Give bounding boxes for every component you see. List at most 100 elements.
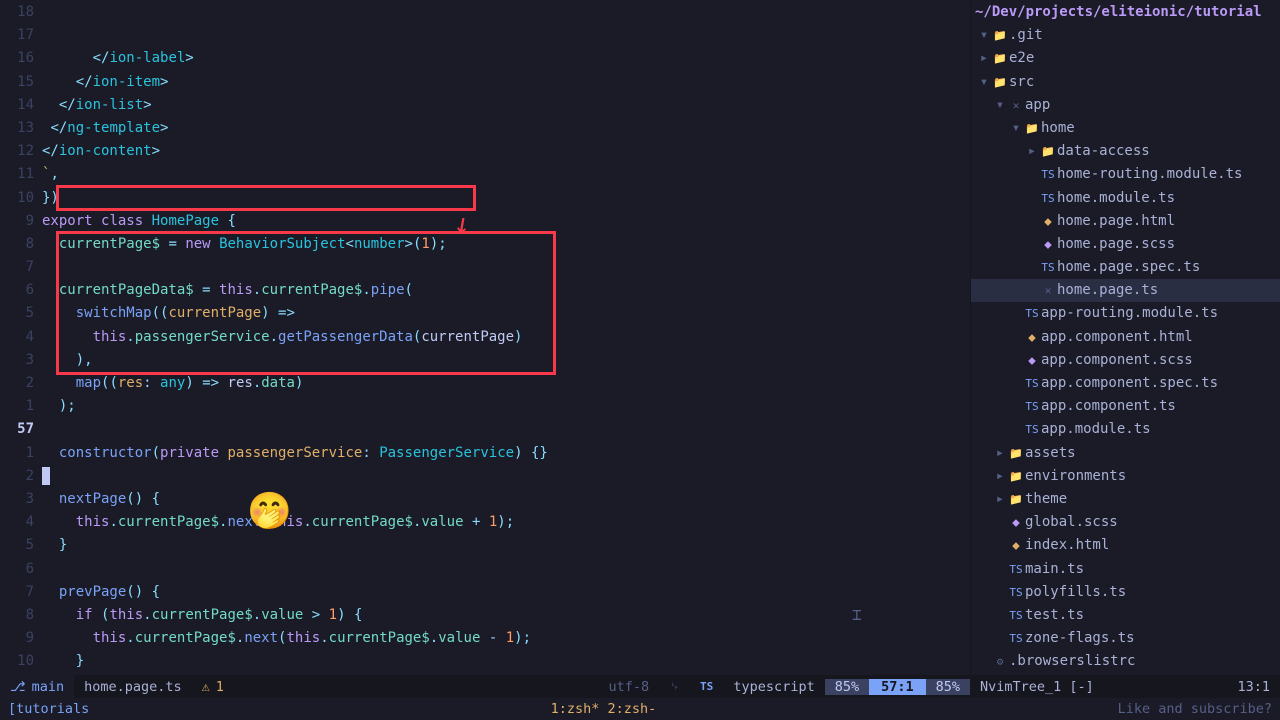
file-type-icon: ⬥ <box>1039 210 1057 233</box>
chevron-icon[interactable]: ▸ <box>993 465 1007 488</box>
code-line[interactable]: </ion-content> <box>42 140 970 163</box>
chevron-icon[interactable]: ▾ <box>993 94 1007 117</box>
code-line[interactable]: export class HomePage { <box>42 210 970 233</box>
tree-item-test-ts[interactable]: TStest.ts <box>971 604 1280 627</box>
tree-item-app-component-ts[interactable]: TSapp.component.ts <box>971 395 1280 418</box>
code-line[interactable]: nextPage() { <box>42 488 970 511</box>
code-line[interactable]: ), <box>42 349 970 372</box>
line-number: 5 <box>0 302 34 325</box>
tree-item-app-component-html[interactable]: ⬥app.component.html <box>971 326 1280 349</box>
code-line[interactable]: map((res: any) => res.data) <box>42 372 970 395</box>
tree-root-path: ~/Dev/projects/eliteionic/tutorial <box>971 1 1280 24</box>
file-type-icon: 📁 <box>991 47 1009 70</box>
code-line[interactable]: } <box>42 534 970 557</box>
tree-item-home[interactable]: ▾📁home <box>971 117 1280 140</box>
code-line[interactable]: `, <box>42 163 970 186</box>
tree-item-environments[interactable]: ▸📁environments <box>971 465 1280 488</box>
tree-label: app-routing.module.ts <box>1041 302 1218 325</box>
chevron-icon[interactable]: ▸ <box>993 488 1007 511</box>
file-tree-pane[interactable]: ~/Dev/projects/eliteionic/tutorial ▾📁.gi… <box>970 0 1280 675</box>
code-line[interactable]: } <box>42 673 970 675</box>
tree-item-theme[interactable]: ▸📁theme <box>971 488 1280 511</box>
code-line[interactable]: currentPage$ = new BehaviorSubject<numbe… <box>42 233 970 256</box>
line-number: 17 <box>0 24 34 47</box>
chevron-icon[interactable]: ▸ <box>977 47 991 70</box>
tree-label: global.scss <box>1025 511 1118 534</box>
chevron-icon[interactable]: ▾ <box>977 71 991 94</box>
editor-pane[interactable]: 1817161514131211109876543215712345678910… <box>0 0 970 675</box>
chevron-icon[interactable]: ▾ <box>977 24 991 47</box>
code-line[interactable] <box>42 418 970 441</box>
tree-item-assets[interactable]: ▸📁assets <box>971 442 1280 465</box>
tree-item-app-component-spec-ts[interactable]: TSapp.component.spec.ts <box>971 372 1280 395</box>
code-line[interactable]: } <box>42 650 970 673</box>
tree-item-home-page-ts[interactable]: ✕home.page.ts <box>971 279 1280 302</box>
tree-item-zone-flags-ts[interactable]: TSzone-flags.ts <box>971 627 1280 650</box>
file-type-icon: 📁 <box>1023 117 1041 140</box>
line-number-gutter: 1817161514131211109876543215712345678910 <box>0 0 42 675</box>
code-line[interactable] <box>42 256 970 279</box>
code-line[interactable]: </ion-label> <box>42 47 970 70</box>
chevron-icon[interactable]: ▾ <box>1009 117 1023 140</box>
code-line[interactable] <box>42 465 970 488</box>
tree-label: data-access <box>1057 140 1150 163</box>
chevron-icon[interactable]: ▸ <box>1025 140 1039 163</box>
tree-item-main-ts[interactable]: TSmain.ts <box>971 558 1280 581</box>
tree-label: polyfills.ts <box>1025 581 1126 604</box>
code-line[interactable]: switchMap((currentPage) => <box>42 302 970 325</box>
code-line[interactable]: if (this.currentPage$.value > 1) { <box>42 604 970 627</box>
tree-item--browserslistrc[interactable]: ⚙.browserslistrc <box>971 650 1280 673</box>
tree-item-app-module-ts[interactable]: TSapp.module.ts <box>971 418 1280 441</box>
tree-item-app-component-scss[interactable]: ⬥app.component.scss <box>971 349 1280 372</box>
code-line[interactable]: this.currentPage$.next(this.currentPage$… <box>42 511 970 534</box>
tree-item-global-scss[interactable]: ⬥global.scss <box>971 511 1280 534</box>
tree-label: home-routing.module.ts <box>1057 163 1242 186</box>
code-line[interactable]: </ion-list> <box>42 94 970 117</box>
tree-item-app[interactable]: ▾✕app <box>971 94 1280 117</box>
tree-label: assets <box>1025 442 1076 465</box>
code-line[interactable]: }) <box>42 187 970 210</box>
line-number: 57 <box>0 418 34 441</box>
line-number: 18 <box>0 1 34 24</box>
line-number: 10 <box>0 650 34 673</box>
file-type-icon: TS <box>1023 372 1041 395</box>
tree-item-src[interactable]: ▾📁src <box>971 71 1280 94</box>
code-line[interactable]: this.currentPage$.next(this.currentPage$… <box>42 627 970 650</box>
tree-item-home-module-ts[interactable]: TShome.module.ts <box>971 187 1280 210</box>
line-number: 7 <box>0 581 34 604</box>
tree-item-home-page-spec-ts[interactable]: TShome.page.spec.ts <box>971 256 1280 279</box>
tree-item-home-routing-module-ts[interactable]: TShome-routing.module.ts <box>971 163 1280 186</box>
line-number: 3 <box>0 488 34 511</box>
code-line[interactable]: </ng-template> <box>42 117 970 140</box>
file-type-icon: TS <box>1007 627 1025 650</box>
line-number: 2 <box>0 372 34 395</box>
code-line[interactable]: prevPage() { <box>42 581 970 604</box>
code-line[interactable]: constructor(private passengerService: Pa… <box>42 442 970 465</box>
file-type-icon: 📁 <box>991 24 1009 47</box>
tree-item-polyfills-ts[interactable]: TSpolyfills.ts <box>971 581 1280 604</box>
tree-item--git[interactable]: ▾📁.git <box>971 24 1280 47</box>
tree-item-e2e[interactable]: ▸📁e2e <box>971 47 1280 70</box>
line-number: 1 <box>0 442 34 465</box>
branch-icon: ⎇ <box>10 679 26 695</box>
code-line[interactable] <box>42 558 970 581</box>
file-type-icon: TS <box>1007 558 1025 581</box>
git-branch-segment: ⎇ main <box>0 675 74 698</box>
main-area: 1817161514131211109876543215712345678910… <box>0 0 1280 675</box>
tree-label: app.component.html <box>1041 326 1193 349</box>
code-line[interactable]: currentPageData$ = this.currentPage$.pip… <box>42 279 970 302</box>
line-number: 15 <box>0 71 34 94</box>
tree-item-data-access[interactable]: ▸📁data-access <box>971 140 1280 163</box>
line-number: 5 <box>0 534 34 557</box>
tree-item-home-page-scss[interactable]: ⬥home.page.scss <box>971 233 1280 256</box>
chevron-icon[interactable]: ▸ <box>993 442 1007 465</box>
code-line[interactable]: ); <box>42 395 970 418</box>
line-number: 13 <box>0 117 34 140</box>
tree-item-app-routing-module-ts[interactable]: TSapp-routing.module.ts <box>971 302 1280 325</box>
code-line[interactable]: this.passengerService.getPassengerData(c… <box>42 326 970 349</box>
percent-segment-2: 85% <box>926 679 970 695</box>
code-area[interactable]: </ion-label> </ion-item> </ion-list> </n… <box>42 0 970 675</box>
tree-item-index-html[interactable]: ⬥index.html <box>971 534 1280 557</box>
code-line[interactable]: </ion-item> <box>42 71 970 94</box>
tree-item-home-page-html[interactable]: ⬥home.page.html <box>971 210 1280 233</box>
